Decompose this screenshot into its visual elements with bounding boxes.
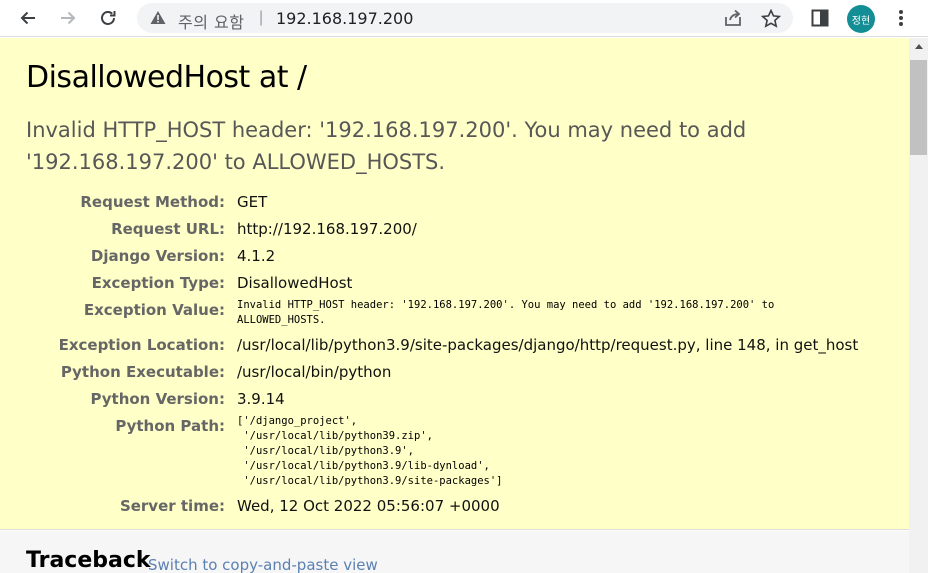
exception-heading-line-1: Invalid HTTP_HOST header: '192.168.197.2…	[26, 118, 747, 142]
exception-heading-line-2: '192.168.197.200' to ALLOWED_HOSTS.	[26, 150, 446, 174]
error-summary: DisallowedHost at / Invalid HTTP_HOST he…	[0, 38, 909, 530]
meta-label: Exception Value:	[83, 301, 225, 319]
address-separator: |	[259, 9, 264, 26]
meta-label: Exception Location:	[58, 336, 225, 354]
exception-heading: Invalid HTTP_HOST header: '192.168.197.2…	[26, 114, 866, 178]
side-panel-icon	[811, 9, 829, 27]
meta-label: Request URL:	[111, 220, 225, 238]
meta-label: Request Method:	[80, 193, 225, 211]
scrollbar-thumb[interactable]	[910, 60, 927, 155]
share-button[interactable]	[718, 3, 748, 33]
meta-value: Wed, 12 Oct 2022 05:56:07 +0000	[237, 497, 500, 515]
security-warning-text[interactable]: 주의 요함	[178, 9, 244, 33]
switch-view-link[interactable]: Switch to copy-and-paste view	[148, 556, 378, 573]
share-icon	[725, 9, 741, 26]
meta-value: 3.9.14	[237, 390, 285, 408]
meta-value: ['/django_project', '/usr/local/lib/pyth…	[237, 415, 503, 487]
meta-value: GET	[237, 193, 268, 211]
reload-icon	[101, 11, 116, 25]
back-button[interactable]	[13, 3, 43, 33]
meta-label: Python Executable:	[60, 363, 225, 381]
browser-toolbar: 주의 요함 | 192.168.197.200 정현	[0, 0, 928, 37]
page-title: DisallowedHost at /	[26, 60, 307, 95]
reload-button[interactable]	[93, 3, 123, 33]
meta-value: DisallowedHost	[237, 274, 353, 292]
traceback-section: Traceback Switch to copy-and-paste view	[0, 531, 909, 573]
meta-value: Invalid HTTP_HOST header: '192.168.197.2…	[237, 299, 775, 326]
meta-label: Exception Type:	[91, 274, 225, 292]
arrow-left-icon	[20, 11, 35, 25]
address-bar[interactable]: 주의 요함 | 192.168.197.200	[137, 3, 793, 33]
star-icon	[761, 8, 781, 28]
side-panel-button[interactable]	[805, 3, 835, 33]
meta-label: Server time:	[119, 497, 225, 515]
profile-avatar[interactable]: 정현	[847, 5, 875, 33]
traceback-title: Traceback	[26, 548, 151, 573]
meta-value: /usr/local/bin/python	[237, 363, 392, 381]
meta-label: Python Path:	[115, 417, 225, 435]
warning-icon[interactable]	[150, 10, 166, 25]
meta-value: 4.1.2	[237, 247, 276, 265]
meta-label: Django Version:	[90, 247, 225, 265]
url-text[interactable]: 192.168.197.200	[276, 9, 413, 28]
forward-button[interactable]	[53, 3, 83, 33]
more-vert-icon	[899, 10, 903, 26]
scroll-up-button[interactable]	[909, 38, 928, 55]
bookmark-button[interactable]	[756, 3, 786, 33]
page-viewport: DisallowedHost at / Invalid HTTP_HOST he…	[0, 38, 928, 573]
menu-button[interactable]	[886, 3, 916, 33]
caret-up-icon	[914, 44, 923, 49]
meta-value: http://192.168.197.200/	[237, 220, 417, 238]
arrow-right-icon	[61, 11, 76, 25]
meta-label: Python Version:	[90, 390, 225, 408]
page-scrollbar[interactable]	[909, 38, 928, 573]
meta-value: /usr/local/lib/python3.9/site-packages/d…	[237, 336, 859, 354]
